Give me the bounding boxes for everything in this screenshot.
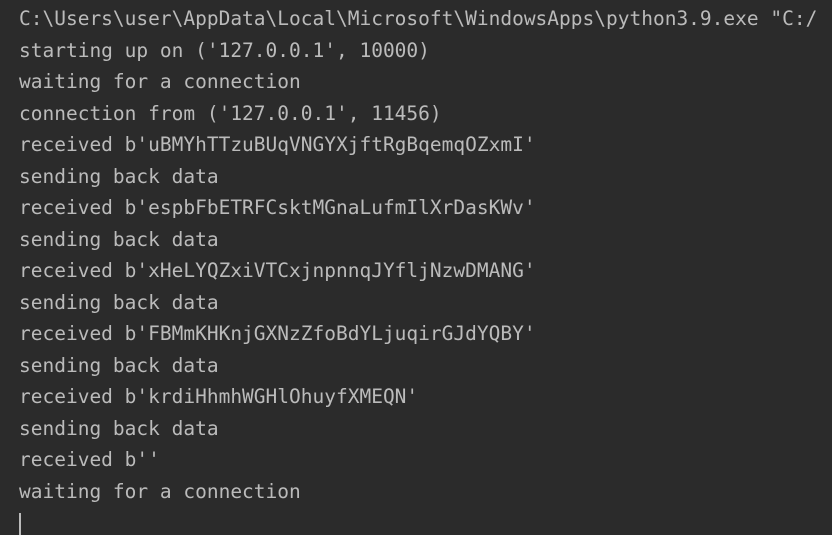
console-line-received: received b'uBMYhTTzuBUqVNGYXjftRgBqemqOZ…: [19, 133, 536, 156]
console-line-sending-back: sending back data: [19, 227, 219, 251]
console-line-sending-back: sending back data: [19, 164, 219, 188]
run-console[interactable]: C:\Users\user\AppData\Local\Microsoft\Wi…: [0, 0, 832, 535]
console-line-received: received b'FBMmKHKnjGXNzZfoBdYLjuqirGJdY…: [19, 322, 536, 345]
console-line-received: received b'espbFbETRFCsktMGnaLufmIlXrDas…: [19, 196, 536, 219]
console-line-starting-up: starting up on ('127.0.0.1', 10000): [19, 38, 430, 62]
console-line-received: received b'krdiHhmhWGHlOhuyfXMEQN': [19, 385, 419, 408]
console-line-received-empty: received b'': [19, 448, 160, 471]
console-line-sending-back: sending back data: [19, 290, 219, 314]
console-line-sending-back: sending back data: [19, 416, 219, 440]
console-line-connection-from: connection from ('127.0.0.1', 11456): [19, 101, 442, 125]
console-line-waiting: waiting for a connection: [19, 479, 301, 503]
console-line-waiting: waiting for a connection: [19, 70, 301, 93]
console-line-sending-back: sending back data: [19, 353, 219, 377]
console-line-received: received b'xHeLYQZxiVTCxjnpnnqJYfljNzwDM…: [19, 259, 536, 282]
text-caret: [19, 513, 21, 535]
console-input-line[interactable]: [0, 507, 832, 535]
console-line-command: C:\Users\user\AppData\Local\Microsoft\Wi…: [19, 7, 818, 30]
